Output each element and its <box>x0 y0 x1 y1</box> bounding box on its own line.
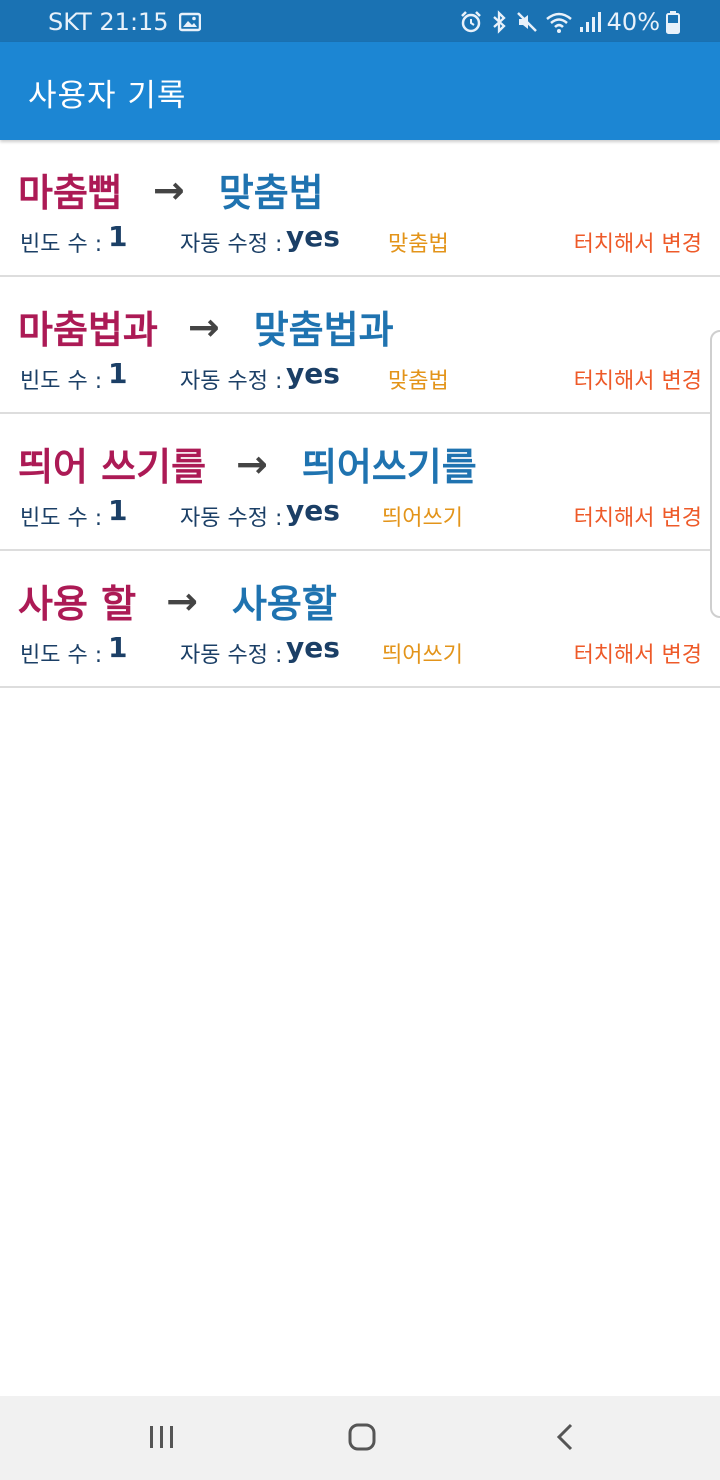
arrow-icon: → <box>166 578 198 623</box>
recent-apps-icon[interactable] <box>142 1418 182 1458</box>
list-item[interactable]: 마춤뻡 → 맞춤법 빈도 수 : 1 자동 수정 : yes 맞춤법 터치해서 … <box>0 140 720 277</box>
auto-fix-value: yes <box>286 494 340 527</box>
frequency-label: 빈도 수 : <box>20 232 103 257</box>
frequency-value: 1 <box>108 494 128 527</box>
signal-icon <box>579 10 601 34</box>
auto-fix-label: 자동 수정 : <box>180 369 283 394</box>
frequency-label: 빈도 수 : <box>20 369 103 394</box>
list-item[interactable]: 사용 할 → 사용할 빈도 수 : 1 자동 수정 : yes 띄어쓰기 터치해… <box>0 551 720 688</box>
frequency-label: 빈도 수 : <box>20 643 103 668</box>
touch-to-change-link[interactable]: 터치해서 변경 <box>574 500 702 532</box>
corrected-word: 맞춤법 <box>218 171 324 215</box>
carrier-time: SKT 21:15 <box>48 8 169 36</box>
error-type: 맞춤법 <box>388 232 449 257</box>
mute-icon <box>515 10 539 34</box>
correction-pair: 마춤뻡 → 맞춤법 <box>18 162 324 217</box>
auto-fix-label: 자동 수정 : <box>180 506 283 531</box>
battery-icon <box>666 10 680 34</box>
wifi-icon <box>545 10 573 34</box>
auto-fix-label: 자동 수정 : <box>180 643 283 668</box>
wrong-word: 사용 할 <box>18 582 137 626</box>
item-meta: 빈도 수 : 1 자동 수정 : yes 띄어쓰기 터치해서 변경 <box>18 494 702 532</box>
corrected-word: 띄어쓰기를 <box>301 445 477 489</box>
status-right: 40% <box>459 8 680 36</box>
corrected-word: 사용할 <box>231 582 337 626</box>
frequency-label: 빈도 수 : <box>20 506 103 531</box>
wrong-word: 띄어 쓰기를 <box>18 445 207 489</box>
frequency-value: 1 <box>108 220 128 253</box>
auto-fix-label: 자동 수정 : <box>180 232 283 257</box>
touch-to-change-link[interactable]: 터치해서 변경 <box>574 637 702 669</box>
screen: SKT 21:15 40% 사용자 기록 마춤뻡 → 맞춤법 빈도 수: 1 … <box>0 0 720 1480</box>
touch-to-change-link[interactable]: 터치해서 변경 <box>574 363 702 395</box>
wrong-word: 마춤법과 <box>18 308 158 352</box>
error-type: 띄어쓰기 <box>382 643 463 668</box>
item-meta: 빈도 수 : 1 자동 수정 : yes 띄어쓰기 터치해서 변경 <box>18 631 702 669</box>
error-type: 띄어쓰기 <box>382 506 463 531</box>
auto-fix-value: yes <box>286 357 340 390</box>
arrow-icon: → <box>152 167 185 212</box>
frequency-value: 1 <box>108 631 128 664</box>
bluetooth-icon <box>489 10 509 34</box>
correction-pair: 사용 할 → 사용할 <box>18 573 337 628</box>
auto-fix-value: yes <box>286 220 340 253</box>
image-icon <box>178 12 201 32</box>
list-item[interactable]: 마춤법과 → 맞춤법과 빈도 수 : 1 자동 수정 : yes 맞춤법 터치해… <box>0 277 720 414</box>
alarm-icon <box>459 10 483 34</box>
back-icon[interactable] <box>546 1418 586 1458</box>
error-type: 맞춤법 <box>388 369 449 394</box>
auto-fix-value: yes <box>286 631 340 664</box>
battery-percent: 40% <box>606 8 660 36</box>
correction-pair: 마춤법과 → 맞춤법과 <box>18 299 394 354</box>
app-bar: 사용자 기록 <box>0 42 720 140</box>
page-title: 사용자 기록 <box>28 78 187 114</box>
status-left: SKT 21:15 <box>48 8 201 36</box>
history-list: 마춤뻡 → 맞춤법 빈도 수 : 1 자동 수정 : yes 맞춤법 터치해서 … <box>0 140 720 688</box>
arrow-icon: → <box>236 441 268 486</box>
arrow-icon: → <box>187 304 220 349</box>
status-bar: SKT 21:15 40% <box>0 0 720 42</box>
frequency-value: 1 <box>108 357 128 390</box>
corrected-word: 맞춤법과 <box>253 308 394 352</box>
navigation-bar <box>0 1396 720 1480</box>
list-item[interactable]: 띄어 쓰기를 → 띄어쓰기를 빈도 수 : 1 자동 수정 : yes 띄어쓰기… <box>0 414 720 551</box>
item-meta: 빈도 수 : 1 자동 수정 : yes 맞춤법 터치해서 변경 <box>18 357 702 395</box>
item-meta: 빈도 수 : 1 자동 수정 : yes 맞춤법 터치해서 변경 <box>18 220 702 258</box>
home-icon[interactable] <box>342 1418 382 1458</box>
wrong-word: 마춤뻡 <box>18 171 123 215</box>
correction-pair: 띄어 쓰기를 → 띄어쓰기를 <box>18 436 477 491</box>
touch-to-change-link[interactable]: 터치해서 변경 <box>574 226 702 258</box>
scrollbar[interactable] <box>710 330 720 618</box>
